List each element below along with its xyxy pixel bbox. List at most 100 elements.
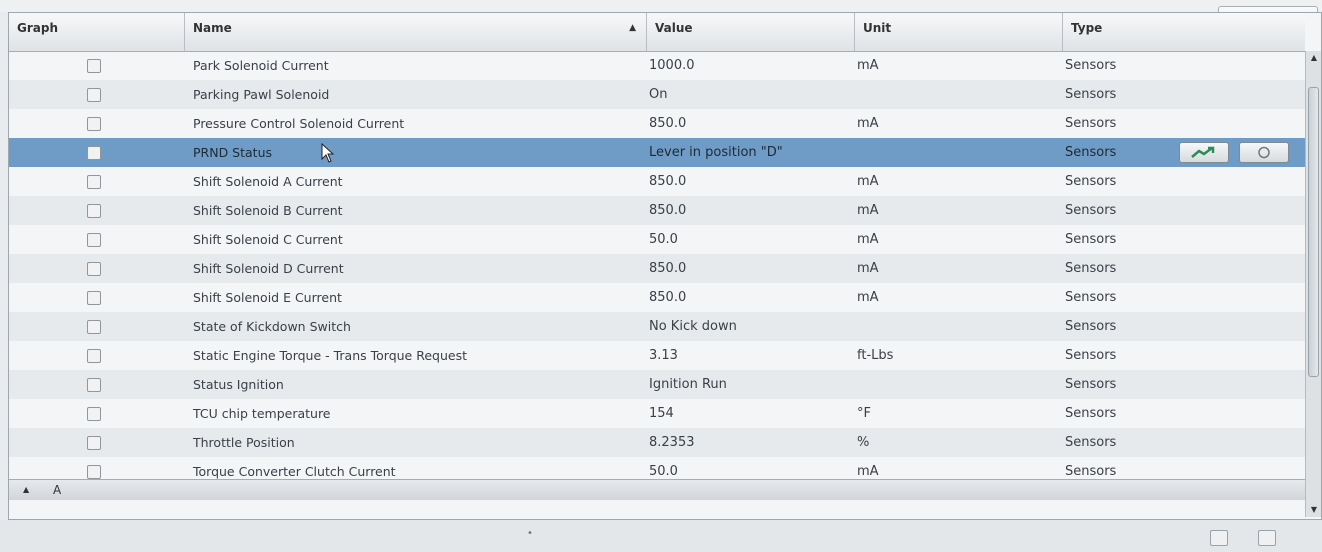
sensor-unit: mA	[857, 116, 879, 131]
table-row[interactable]: Status Ignition Ignition Run Sensors	[9, 370, 1305, 399]
column-header-graph-label: Graph	[17, 21, 58, 35]
sensor-type: Sensors	[1065, 319, 1117, 334]
sensor-value: 50.0	[649, 232, 678, 247]
sensor-name: Shift Solenoid B Current	[193, 203, 343, 218]
table-body: Park Solenoid Current 1000.0 mA Sensors …	[9, 51, 1305, 486]
sensor-name: PRND Status	[193, 145, 273, 160]
table-row[interactable]: Shift Solenoid B Current 850.0 mA Sensor…	[9, 196, 1305, 225]
column-header-type-label: Type	[1071, 21, 1103, 35]
sensor-type: Sensors	[1065, 348, 1117, 363]
sensor-value: 850.0	[649, 203, 687, 218]
table-row[interactable]: Pressure Control Solenoid Current 850.0 …	[9, 109, 1305, 138]
sensor-name: TCU chip temperature	[193, 406, 331, 421]
sensor-unit: °F	[857, 406, 871, 421]
table-row[interactable]: TCU chip temperature 154 °F Sensors	[9, 399, 1305, 428]
save-icon[interactable]	[1210, 530, 1228, 546]
graph-checkbox[interactable]	[87, 378, 101, 392]
sensor-type: Sensors	[1065, 58, 1117, 73]
sensor-unit	[857, 138, 1057, 167]
sensor-type: Sensors	[1065, 290, 1117, 305]
sort-ascending-icon: ▲	[629, 23, 636, 33]
top-bar	[0, 0, 1322, 12]
sensor-type: Sensors	[1065, 203, 1117, 218]
sensor-value: 3.13	[649, 348, 678, 363]
sensor-type: Sensors	[1065, 87, 1117, 102]
graph-checkbox[interactable]	[87, 349, 101, 363]
table-footer: ▲ A	[9, 479, 1305, 500]
scroll-down-icon[interactable]: ▼	[1306, 503, 1321, 517]
sensor-unit: mA	[857, 58, 879, 73]
sensor-type: Sensors	[1065, 406, 1117, 421]
graph-checkbox[interactable]	[87, 175, 101, 189]
table-row[interactable]: Shift Solenoid C Current 50.0 mA Sensors	[9, 225, 1305, 254]
sensor-name: Status Ignition	[193, 377, 284, 392]
vertical-scrollbar[interactable]: ▲ ▼	[1305, 51, 1321, 517]
graph-checkbox[interactable]	[87, 88, 101, 102]
table-row[interactable]: State of Kickdown Switch No Kick down Se…	[9, 312, 1305, 341]
splitter-handle[interactable]: •	[527, 528, 533, 539]
sensor-value: On	[649, 87, 668, 102]
graph-checkbox[interactable]	[87, 146, 101, 160]
sensor-name: Parking Pawl Solenoid	[193, 87, 330, 102]
mouse-cursor-icon	[321, 143, 335, 163]
table-row[interactable]: Park Solenoid Current 1000.0 mA Sensors	[9, 51, 1305, 80]
table-row[interactable]: Parking Pawl Solenoid On Sensors	[9, 80, 1305, 109]
graph-checkbox[interactable]	[87, 407, 101, 421]
sensor-type: Sensors	[1065, 261, 1117, 276]
column-header-graph[interactable]: Graph	[9, 13, 185, 51]
sensor-value: 8.2353	[649, 435, 695, 450]
column-header-name-label: Name	[193, 21, 232, 35]
sensor-name: Shift Solenoid E Current	[193, 290, 342, 305]
column-header-value[interactable]: Value	[647, 13, 855, 51]
sensor-table: Graph Name ▲ Value Unit Type Park Solenoi…	[8, 12, 1322, 520]
table-row[interactable]: Static Engine Torque - Trans Torque Requ…	[9, 341, 1305, 370]
sensor-name: Shift Solenoid D Current	[193, 261, 344, 276]
graph-button[interactable]	[1179, 142, 1229, 163]
status-strip: •	[0, 520, 1322, 552]
table-row[interactable]: Shift Solenoid E Current 850.0 mA Sensor…	[9, 283, 1305, 312]
sensor-value: 850.0	[649, 290, 687, 305]
graph-checkbox[interactable]	[87, 465, 101, 479]
graph-checkbox[interactable]	[87, 262, 101, 276]
sensor-unit	[857, 370, 1057, 399]
table-row[interactable]: Shift Solenoid A Current 850.0 mA Sensor…	[9, 167, 1305, 196]
sensor-value: 850.0	[649, 116, 687, 131]
table-header: Graph Name ▲ Value Unit Type	[9, 13, 1305, 52]
sensor-name: Park Solenoid Current	[193, 58, 329, 73]
sensor-value: 1000.0	[649, 58, 695, 73]
sensor-unit: mA	[857, 174, 879, 189]
sensor-unit: ft-Lbs	[857, 348, 894, 363]
sensor-value: 154	[649, 406, 674, 421]
sensor-type: Sensors	[1065, 377, 1117, 392]
table-row-selected[interactable]: PRND Status Lever in position "D" Sensor…	[9, 138, 1305, 167]
sensor-type: Sensors	[1065, 174, 1117, 189]
column-header-name[interactable]: Name ▲	[185, 13, 647, 51]
sensor-name: State of Kickdown Switch	[193, 319, 351, 334]
graph-checkbox[interactable]	[87, 320, 101, 334]
graph-checkbox[interactable]	[87, 117, 101, 131]
footer-letter[interactable]: A	[53, 480, 61, 500]
sensor-unit: mA	[857, 290, 879, 305]
print-icon[interactable]	[1258, 530, 1276, 546]
graph-checkbox[interactable]	[87, 233, 101, 247]
sensor-unit	[857, 312, 1057, 341]
column-header-unit[interactable]: Unit	[855, 13, 1063, 51]
column-header-type[interactable]: Type	[1063, 13, 1305, 51]
trend-graph-icon	[1191, 146, 1215, 158]
graph-checkbox[interactable]	[87, 59, 101, 73]
info-icon	[1258, 146, 1270, 159]
sort-indicator-icon[interactable]: ▲	[23, 480, 29, 500]
graph-checkbox[interactable]	[87, 291, 101, 305]
scrollbar-thumb[interactable]	[1308, 87, 1319, 377]
scroll-up-icon[interactable]: ▲	[1306, 51, 1321, 65]
table-row[interactable]: Shift Solenoid D Current 850.0 mA Sensor…	[9, 254, 1305, 283]
info-button[interactable]	[1239, 142, 1289, 163]
sensor-value: Ignition Run	[649, 377, 727, 392]
sensor-name: Pressure Control Solenoid Current	[193, 116, 405, 131]
column-header-unit-label: Unit	[863, 21, 892, 35]
graph-checkbox[interactable]	[87, 204, 101, 218]
sensor-unit: mA	[857, 203, 879, 218]
graph-checkbox[interactable]	[87, 436, 101, 450]
sensor-unit: %	[857, 435, 870, 450]
table-row[interactable]: Throttle Position 8.2353 % Sensors	[9, 428, 1305, 457]
